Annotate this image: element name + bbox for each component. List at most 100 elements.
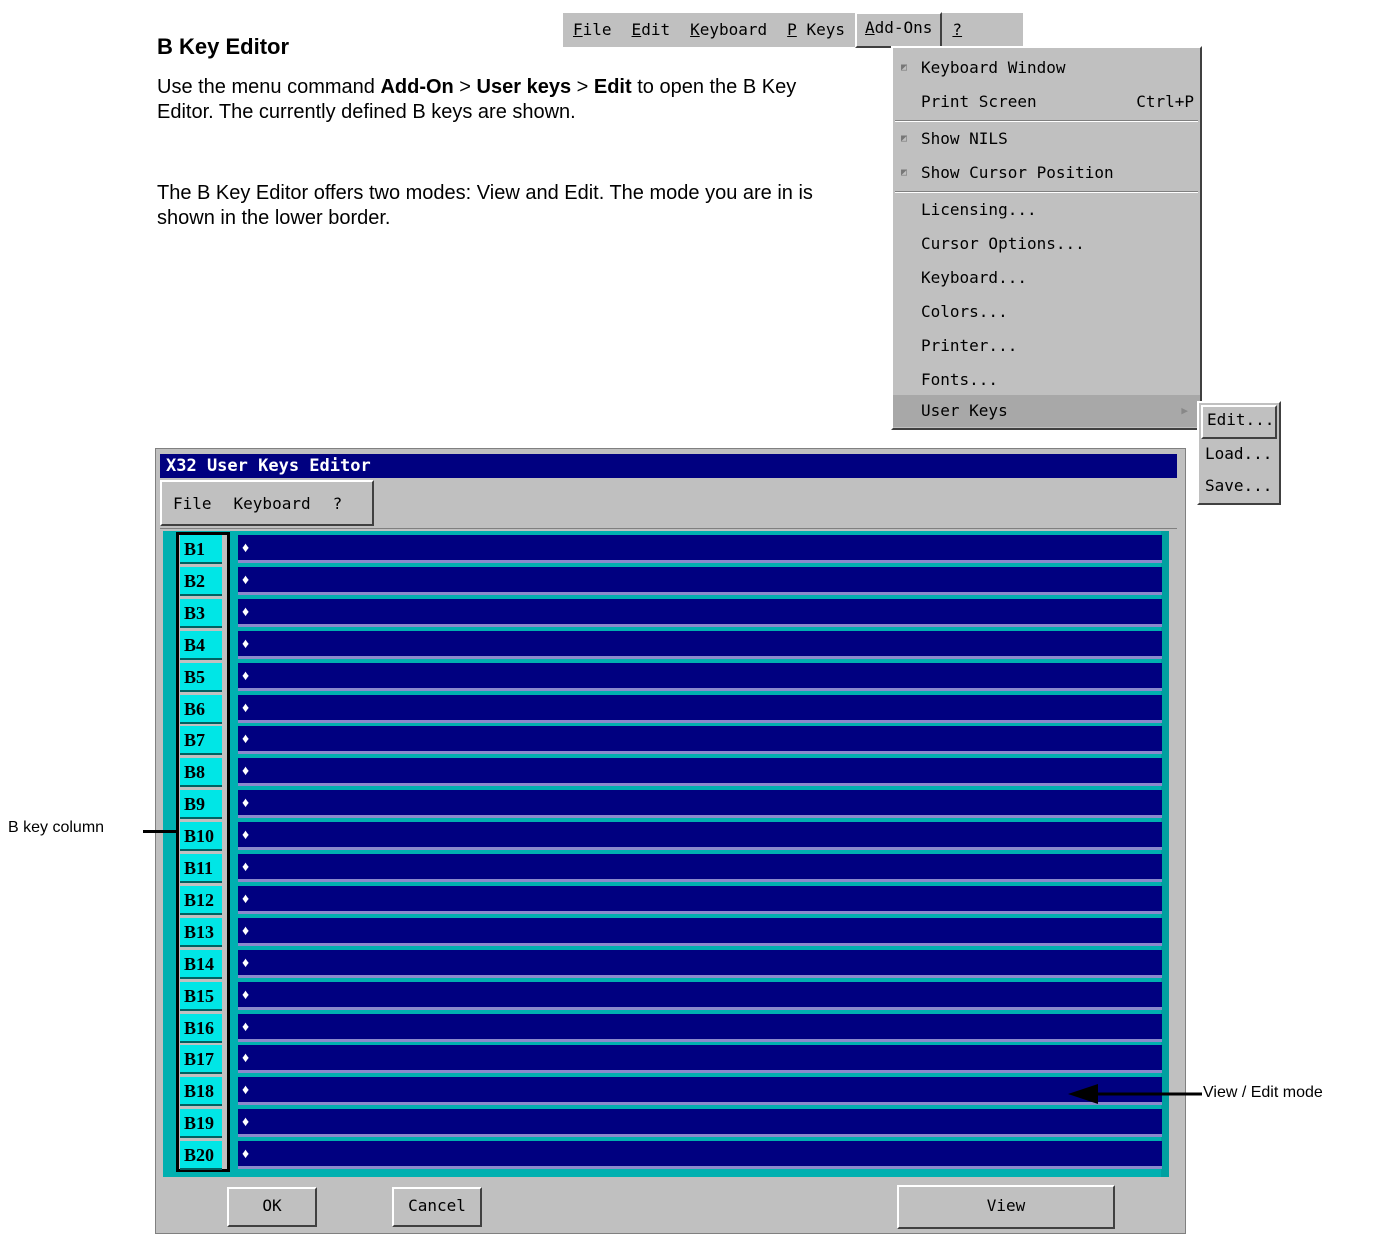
editor-menu-group: File Keyboard ?	[160, 480, 374, 526]
b-key-label-b4: B4	[180, 630, 222, 660]
label: dd-Ons	[874, 18, 933, 37]
menu-item-user-keys[interactable]: User Keys ▶	[893, 395, 1200, 427]
b-key-definition-field[interactable]: ♦	[238, 1109, 1162, 1138]
field-start-marker-icon: ♦	[242, 1017, 250, 1034]
b-key-label-b8: B8	[180, 758, 222, 788]
b-key-definition-field[interactable]: ♦	[238, 1045, 1162, 1074]
b-key-definition-field[interactable]: ♦	[238, 662, 1162, 691]
separator	[895, 120, 1198, 122]
mnemonic: F	[573, 20, 583, 39]
label: Show Cursor Position	[921, 163, 1114, 182]
user-keys-submenu: Edit... Load... Save...	[1197, 401, 1281, 505]
b-key-definition-field[interactable]: ♦	[238, 535, 1162, 563]
b-key-definition-field[interactable]: ♦	[238, 726, 1162, 755]
label: OK	[262, 1196, 282, 1215]
field-start-marker-icon: ♦	[242, 762, 250, 779]
label: Cancel	[408, 1196, 466, 1215]
submenu-item-edit[interactable]: Edit...	[1201, 405, 1277, 439]
field-start-marker-icon: ♦	[242, 985, 250, 1002]
menu-item-keyboard-window[interactable]: ◩ Keyboard Window	[893, 52, 1200, 84]
b-key-label-b12: B12	[180, 885, 222, 915]
b-key-label-b3: B3	[180, 598, 222, 628]
label: eyboard	[699, 20, 768, 39]
b-key-label-b20: B20	[180, 1141, 222, 1171]
editor-menu-file[interactable]: File	[162, 494, 223, 513]
doc-paragraph-open-editor: Use the menu command Add-On > User keys …	[157, 75, 837, 125]
menu-item-colors[interactable]: Colors...	[893, 296, 1200, 328]
b-key-definition-field[interactable]: ♦	[238, 1141, 1162, 1170]
b-key-list: B1 ♦ B2 ♦ B3 ♦ B4 ♦ B5 ♦ B6 ♦ B7 ♦ B8 ♦ B9 ♦ B10 ♦ B11 ♦ B12 ♦ B…	[163, 531, 1169, 1177]
menu-keyboard[interactable]: Keyboard	[680, 14, 777, 46]
text: >	[571, 76, 594, 98]
menu-item-print-screen[interactable]: Print Screen Ctrl+P	[893, 86, 1200, 118]
cancel-button[interactable]: Cancel	[392, 1187, 482, 1227]
menu-item-show-cursor-position[interactable]: ◩ Show Cursor Position	[893, 157, 1200, 189]
b-key-definition-field[interactable]: ♦	[238, 758, 1162, 787]
label: Show NILS	[921, 129, 1008, 148]
label: Keyboard Window	[921, 58, 1066, 77]
menu-help[interactable]: ?	[942, 14, 972, 46]
b-key-label-b17: B17	[180, 1045, 222, 1075]
menu-item-licensing[interactable]: Licensing...	[893, 194, 1200, 226]
b-key-definition-field[interactable]: ♦	[238, 981, 1162, 1010]
callout-b-key-column: B key column	[8, 819, 105, 836]
label: Keys	[796, 20, 845, 39]
menu-item-fonts[interactable]: Fonts...	[893, 364, 1200, 396]
b-key-label-b7: B7	[180, 726, 222, 756]
editor-button-bar: OK Cancel View	[156, 1177, 1185, 1235]
field-start-marker-icon: ♦	[242, 570, 250, 587]
submenu-item-load[interactable]: Load...	[1205, 439, 1272, 469]
bold-user-keys: User keys	[476, 76, 572, 98]
field-start-marker-icon: ♦	[242, 953, 250, 970]
b-key-label-b2: B2	[180, 566, 222, 596]
label: Print Screen	[921, 92, 1037, 111]
b-key-definition-field[interactable]: ♦	[238, 822, 1162, 851]
menu-edit[interactable]: Edit	[622, 14, 681, 46]
field-start-marker-icon: ♦	[242, 666, 250, 683]
b-key-definition-field[interactable]: ♦	[238, 854, 1162, 882]
mnemonic: A	[864, 18, 875, 37]
menu-item-show-nils[interactable]: ◩ Show NILS	[893, 123, 1200, 155]
b-key-definition-field[interactable]: ♦	[238, 1077, 1162, 1106]
field-start-marker-icon: ♦	[242, 1049, 250, 1066]
b-key-label-b1: B1	[180, 535, 222, 564]
text: >	[453, 76, 477, 98]
menu-item-keyboard[interactable]: Keyboard...	[893, 262, 1200, 294]
b-key-definition-field[interactable]: ♦	[238, 917, 1162, 946]
mnemonic: ?	[952, 20, 963, 39]
field-start-marker-icon: ♦	[242, 730, 250, 747]
b-key-definition-field[interactable]: ♦	[238, 885, 1162, 914]
checkbox-icon: ◩	[901, 62, 908, 73]
b-key-definition-field[interactable]: ♦	[238, 598, 1162, 627]
menu-add-ons[interactable]: Add-Ons	[854, 12, 943, 48]
menu-item-printer[interactable]: Printer...	[893, 330, 1200, 362]
editor-menu-help[interactable]: ?	[322, 494, 354, 513]
mode-indicator: View	[897, 1185, 1115, 1229]
editor-menu-keyboard[interactable]: Keyboard	[223, 494, 322, 513]
scroll-strip	[1161, 531, 1169, 1177]
callout-arrow-icon	[1068, 1084, 1202, 1104]
text: Use the menu command	[157, 76, 381, 98]
bold-add-on: Add-On	[380, 76, 454, 98]
b-key-definition-field[interactable]: ♦	[238, 790, 1162, 819]
menu-p-keys[interactable]: P Keys	[777, 14, 855, 46]
editor-menubar: File Keyboard ?	[160, 480, 1177, 529]
ok-button[interactable]: OK	[227, 1187, 317, 1227]
callout-view-edit-mode: View / Edit mode	[1203, 1084, 1323, 1101]
b-key-definition-field[interactable]: ♦	[238, 630, 1162, 659]
field-start-marker-icon: ♦	[242, 889, 250, 906]
mode-label: View	[986, 1196, 1026, 1215]
submenu-item-save[interactable]: Save...	[1205, 471, 1272, 501]
field-start-marker-icon: ♦	[242, 634, 250, 651]
b-key-definition-field[interactable]: ♦	[238, 566, 1162, 595]
menu-file[interactable]: File	[563, 14, 622, 46]
menu-item-cursor-options[interactable]: Cursor Options...	[893, 228, 1200, 260]
label: ile	[582, 20, 612, 39]
b-key-definition-field[interactable]: ♦	[238, 694, 1162, 723]
b-key-definition-field[interactable]: ♦	[238, 1013, 1162, 1042]
b-key-definition-field[interactable]: ♦	[238, 949, 1162, 978]
mnemonic: K	[690, 20, 700, 39]
field-start-marker-icon: ♦	[242, 794, 250, 811]
field-start-marker-icon: ♦	[242, 826, 250, 843]
b-key-label-b14: B14	[180, 949, 222, 979]
